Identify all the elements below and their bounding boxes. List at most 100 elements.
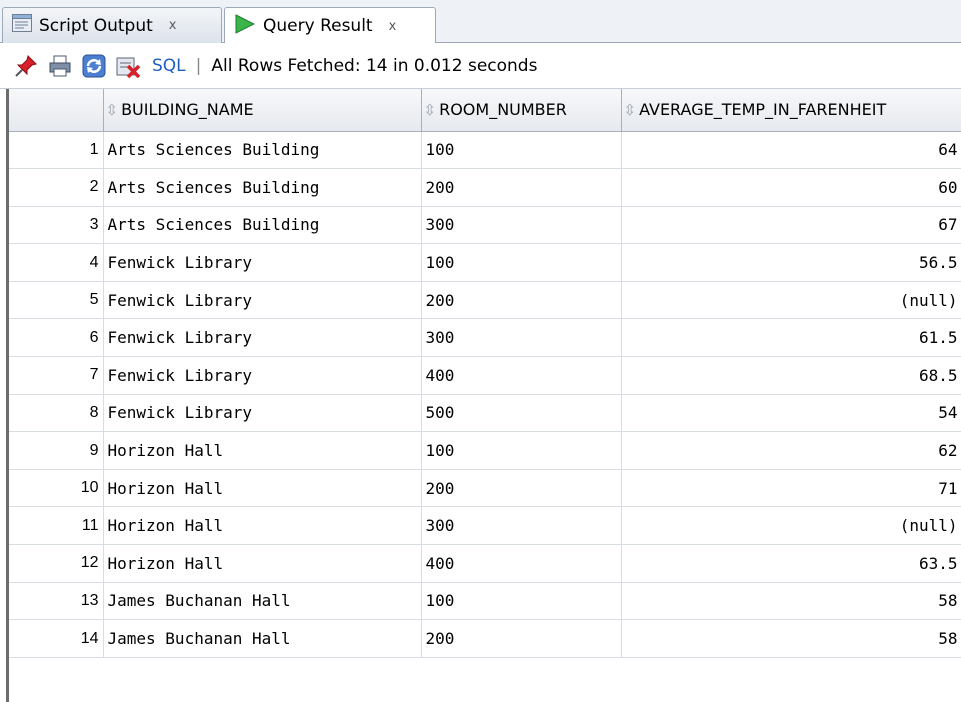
cell-average-temp[interactable]: 54 <box>621 394 961 433</box>
cell-average-temp[interactable]: 67 <box>621 206 961 245</box>
cell-room-number[interactable]: 100 <box>421 582 622 621</box>
tab-label: Script Output <box>39 15 153 36</box>
cell-room-number[interactable]: 100 <box>421 131 622 170</box>
table-row[interactable]: 3 Arts Sciences Building 300 67 <box>9 206 961 245</box>
tab-label: Query Result <box>263 16 373 36</box>
row-number: 14 <box>9 619 104 658</box>
tab-close-button[interactable]: x <box>169 18 177 33</box>
cell-room-number[interactable]: 300 <box>421 318 622 358</box>
table-row[interactable]: 5 Fenwick Library 200 (null) <box>9 281 961 320</box>
row-number-header <box>9 89 104 132</box>
sort-icon[interactable]: ⇳ <box>424 101 437 119</box>
cell-room-number[interactable]: 100 <box>421 431 622 470</box>
cell-room-number[interactable]: 200 <box>421 281 622 320</box>
run-triangle-icon <box>233 13 257 40</box>
script-output-icon <box>11 12 33 39</box>
cell-average-temp[interactable]: 58 <box>621 619 961 658</box>
cell-building-name[interactable]: Fenwick Library <box>103 318 422 358</box>
row-number: 10 <box>9 469 104 508</box>
cell-room-number[interactable]: 300 <box>421 506 622 546</box>
column-header-label: BUILDING_NAME <box>121 100 254 120</box>
result-grid[interactable]: ⇳ BUILDING_NAME ⇳ ROOM_NUMBER ⇳ AVERAGE_TEM… <box>6 89 961 702</box>
cell-building-name[interactable]: James Buchanan Hall <box>103 619 422 658</box>
cell-building-name[interactable]: James Buchanan Hall <box>103 582 422 621</box>
sort-icon[interactable]: ⇳ <box>106 101 119 119</box>
table-row[interactable]: 7 Fenwick Library 400 68.5 <box>9 356 961 395</box>
table-row[interactable]: 6 Fenwick Library 300 61.5 <box>9 318 961 358</box>
column-header-building-name[interactable]: ⇳ BUILDING_NAME <box>103 89 422 132</box>
result-table: ⇳ BUILDING_NAME ⇳ ROOM_NUMBER ⇳ AVERAGE_TEM… <box>9 89 961 658</box>
cell-room-number[interactable]: 200 <box>421 168 622 207</box>
cell-average-temp[interactable]: (null) <box>621 281 961 320</box>
table-row[interactable]: 14 James Buchanan Hall 200 58 <box>9 619 961 658</box>
tab-query-result[interactable]: Query Result x <box>224 7 436 44</box>
cell-average-temp[interactable]: 71 <box>621 469 961 508</box>
table-row[interactable]: 2 Arts Sciences Building 200 60 <box>9 168 961 207</box>
table-row[interactable]: 13 James Buchanan Hall 100 58 <box>9 582 961 621</box>
sort-icon[interactable]: ⇳ <box>624 101 637 119</box>
cell-building-name[interactable]: Fenwick Library <box>103 281 422 320</box>
column-header-average-temp[interactable]: ⇳ AVERAGE_TEMP_IN_FARENHEIT <box>621 89 961 132</box>
pin-icon[interactable] <box>12 52 40 80</box>
cell-average-temp[interactable]: 64 <box>621 131 961 170</box>
row-number: 5 <box>9 281 104 320</box>
column-header-label: AVERAGE_TEMP_IN_FARENHEIT <box>639 100 887 120</box>
row-number: 11 <box>9 506 104 546</box>
cell-building-name[interactable]: Arts Sciences Building <box>103 206 422 245</box>
cell-building-name[interactable]: Horizon Hall <box>103 544 422 583</box>
row-number: 6 <box>9 318 104 358</box>
row-number: 8 <box>9 394 104 433</box>
cell-building-name[interactable]: Fenwick Library <box>103 394 422 433</box>
cell-building-name[interactable]: Horizon Hall <box>103 469 422 508</box>
cell-building-name[interactable]: Fenwick Library <box>103 356 422 395</box>
refresh-icon[interactable] <box>80 52 108 80</box>
row-number: 2 <box>9 168 104 207</box>
row-number: 9 <box>9 431 104 470</box>
cell-room-number[interactable]: 300 <box>421 206 622 245</box>
table-row[interactable]: 1 Arts Sciences Building 100 64 <box>9 131 961 170</box>
cell-building-name[interactable]: Arts Sciences Building <box>103 131 422 170</box>
cell-building-name[interactable]: Horizon Hall <box>103 506 422 546</box>
table-row[interactable]: 12 Horizon Hall 400 63.5 <box>9 544 961 583</box>
cell-average-temp[interactable]: 61.5 <box>621 318 961 358</box>
sql-link[interactable]: SQL <box>152 56 186 76</box>
cell-average-temp[interactable]: 63.5 <box>621 544 961 583</box>
tab-close-button[interactable]: x <box>389 19 397 34</box>
tab-bar: Script Output x Query Result x <box>0 0 961 44</box>
row-number: 12 <box>9 544 104 583</box>
row-number: 1 <box>9 131 104 170</box>
cell-average-temp[interactable]: 68.5 <box>621 356 961 395</box>
cell-room-number[interactable]: 200 <box>421 619 622 658</box>
cell-room-number[interactable]: 500 <box>421 394 622 433</box>
cell-average-temp[interactable]: 58 <box>621 582 961 621</box>
tab-script-output[interactable]: Script Output x <box>2 7 222 43</box>
table-row[interactable]: 10 Horizon Hall 200 71 <box>9 469 961 508</box>
cell-average-temp[interactable]: (null) <box>621 506 961 546</box>
fetch-status: All Rows Fetched: 14 in 0.012 seconds <box>211 55 538 76</box>
cell-average-temp[interactable]: 62 <box>621 431 961 470</box>
cell-building-name[interactable]: Fenwick Library <box>103 243 422 282</box>
header-row: ⇳ BUILDING_NAME ⇳ ROOM_NUMBER ⇳ AVERAGE_TEM… <box>9 89 961 132</box>
cell-building-name[interactable]: Arts Sciences Building <box>103 168 422 207</box>
row-number: 3 <box>9 206 104 245</box>
row-number: 4 <box>9 243 104 282</box>
column-header-room-number[interactable]: ⇳ ROOM_NUMBER <box>421 89 622 132</box>
cell-room-number[interactable]: 400 <box>421 356 622 395</box>
table-row[interactable]: 9 Horizon Hall 100 62 <box>9 431 961 470</box>
column-header-label: ROOM_NUMBER <box>439 100 567 120</box>
print-icon[interactable] <box>46 52 74 80</box>
result-toolbar: SQL | All Rows Fetched: 14 in 0.012 seco… <box>0 43 961 89</box>
cell-room-number[interactable]: 100 <box>421 243 622 282</box>
cell-average-temp[interactable]: 56.5 <box>621 243 961 282</box>
row-number: 7 <box>9 356 104 395</box>
table-row[interactable]: 11 Horizon Hall 300 (null) <box>9 506 961 546</box>
toolbar-separator: | <box>195 55 202 76</box>
table-row[interactable]: 8 Fenwick Library 500 54 <box>9 394 961 433</box>
cell-room-number[interactable]: 400 <box>421 544 622 583</box>
export-icon[interactable] <box>114 52 142 80</box>
cell-building-name[interactable]: Horizon Hall <box>103 431 422 470</box>
table-row[interactable]: 4 Fenwick Library 100 56.5 <box>9 243 961 282</box>
cell-average-temp[interactable]: 60 <box>621 168 961 207</box>
row-number: 13 <box>9 582 104 621</box>
cell-room-number[interactable]: 200 <box>421 469 622 508</box>
